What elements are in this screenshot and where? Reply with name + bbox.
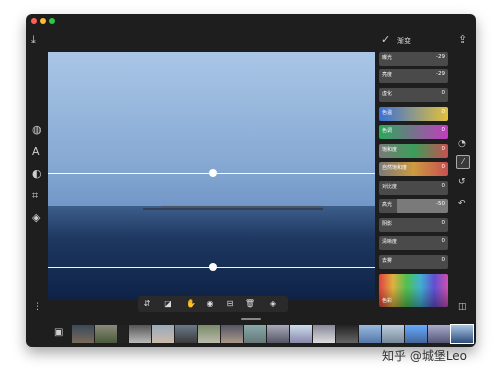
slider-value: 0 [441,127,446,133]
thumbnail[interactable] [290,325,312,343]
gallery-icon[interactable]: ▣ [54,328,63,338]
slider-value: 0 [441,238,446,244]
check-icon[interactable]: ✓ [381,34,390,45]
mask-overlay-icon[interactable]: ◔ [458,140,466,149]
thumbnail[interactable] [336,325,358,343]
slider-blur[interactable]: 虚化 0 [379,88,448,102]
thumbnail[interactable] [244,325,266,343]
slider-temperature[interactable]: 色温 0 [379,107,448,121]
invert-mask-icon[interactable]: ◪ [162,299,174,309]
more-icon[interactable]: ⋮ [33,303,42,312]
history-icon[interactable]: ↺ [458,178,466,187]
slider-highlights[interactable]: 高光 -50 [379,199,448,213]
thumbnail[interactable] [118,325,128,343]
slider-label: 色温 [382,110,393,116]
download-icon[interactable]: ⤓ [31,34,36,45]
slider-value: -29 [436,54,445,60]
minimize-window-button[interactable] [40,18,46,24]
thumbnail[interactable] [95,325,117,343]
slider-label: 亮度 [382,72,393,78]
close-window-button[interactable] [31,18,37,24]
thumbnail[interactable] [359,325,381,343]
gradient-bottom-handle[interactable] [209,263,217,271]
slider-value: 0 [441,146,446,152]
color-swatch-label: 色彩 [382,298,393,304]
slider-value: 0 [441,257,446,263]
slider-tint[interactable]: 色调 0 [379,125,448,139]
slider-contrast[interactable]: 对比度 0 [379,181,448,195]
thumbnail[interactable] [152,325,174,343]
slider-value: 0 [441,220,446,226]
slider-value: 0 [441,90,446,96]
slider-label: 高光 [382,202,393,208]
text-icon[interactable]: A [32,146,40,157]
gradient-icon[interactable]: ⁄ [456,155,470,169]
layers-stack-icon[interactable]: ◈ [267,299,279,309]
slider-label: 虚化 [382,91,393,97]
eye-icon[interactable]: ◉ [204,299,216,309]
adjustment-panel: 曝光 -29 亮度 -29 虚化 0 色温 0 色调 0 饱和度 0 自然饱和度… [377,52,452,307]
slider-label: 自然饱和度 [382,165,408,171]
thumbnail[interactable] [198,325,220,343]
compare-icon[interactable]: ◫ [458,303,467,312]
slider-label: 阴影 [382,221,393,227]
thumbnail[interactable] [405,325,427,343]
thumbnail-selected[interactable] [450,324,474,344]
color-swatch[interactable]: 色彩 [379,274,448,307]
thumbnail[interactable] [72,325,94,343]
zoom-window-button[interactable] [49,18,55,24]
photo-sea [48,205,375,300]
slider-value: 0 [441,164,446,170]
slider-exposure[interactable]: 曝光 -29 [379,52,448,66]
undo-icon[interactable]: ↶ [458,200,466,209]
watermark: 知乎 @城堡Leo [382,349,468,363]
mirror-icon[interactable]: ⇵ [141,299,153,309]
heal-icon[interactable]: ◍ [32,124,42,135]
slider-saturation[interactable]: 饱和度 0 [379,144,448,158]
panel-title: 渐变 [397,37,411,45]
trash-icon[interactable]: 🗑 [244,299,256,309]
thumbnail[interactable] [129,325,151,343]
mask-icon[interactable]: ◐ [32,168,42,179]
gradient-top-handle[interactable] [209,169,217,177]
hand-icon[interactable]: ✋ [185,299,197,309]
thumbnail[interactable] [175,325,197,343]
crop-icon[interactable]: ⌗ [32,190,38,201]
slider-label: 曝光 [382,55,393,61]
slider-label: 对比度 [382,184,398,190]
slider-value: -29 [436,71,445,77]
scroll-indicator[interactable] [241,318,261,320]
slider-value: -50 [436,201,445,207]
slider-dehaze[interactable]: 去雾 0 [379,255,448,269]
slider-vibrance[interactable]: 自然饱和度 0 [379,162,448,176]
slider-shadows[interactable]: 阴影 0 [379,218,448,232]
slider-label: 去雾 [382,258,393,264]
thumbnail[interactable] [267,325,289,343]
bottom-toolbar: ⇵ ◪ ✋ ◉ ⊟ 🗑 ◈ [138,296,288,312]
thumbnail[interactable] [221,325,243,343]
slider-label: 饱和度 [382,147,398,153]
slider-clarity[interactable]: 清晰度 0 [379,236,448,250]
slider-value: 0 [441,109,446,115]
thumbnail[interactable] [428,325,450,343]
slider-label: 清晰度 [382,239,398,245]
filmstrip[interactable]: ▣ [48,324,476,346]
gradient-middle-line[interactable] [48,205,375,206]
slider-label: 色调 [382,128,393,134]
slider-value: 0 [441,183,446,189]
slider-brightness[interactable]: 亮度 -29 [379,69,448,83]
thumbnail[interactable] [382,325,404,343]
photo-canvas[interactable] [48,52,375,300]
thumbnail[interactable] [313,325,335,343]
split-view-icon[interactable]: ⊟ [224,299,236,309]
editor-window: ⤓ ✓ 渐变 ⇪ ◍ A ◐ ⌗ ◈ ⋮ 曝光 -29 亮度 -29 虚化 0 … [26,14,476,347]
layers-icon[interactable]: ◈ [32,212,40,223]
share-icon[interactable]: ⇪ [458,34,467,45]
photo-pier-base [143,208,323,210]
